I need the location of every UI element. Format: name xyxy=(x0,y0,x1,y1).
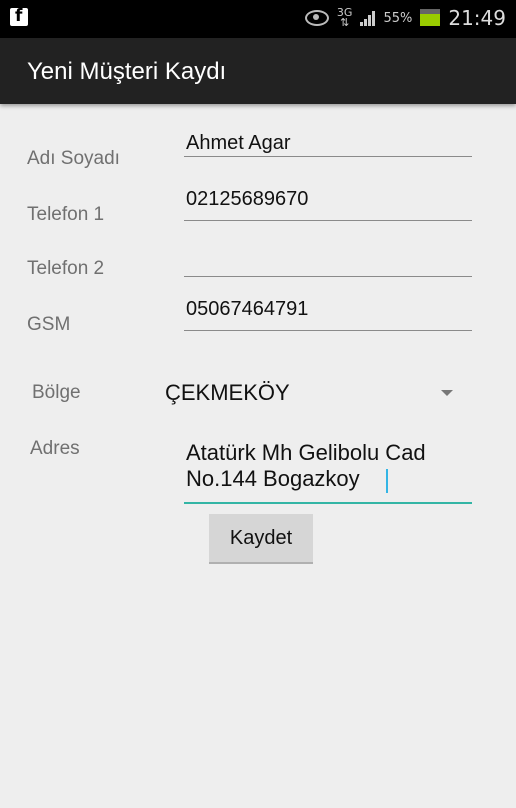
status-bar: f 3G ⇅ 55% 21:49 xyxy=(0,0,516,38)
gsm-field[interactable]: 05067464791 xyxy=(184,296,472,331)
phone2-label: Telefon 2 xyxy=(27,258,105,279)
name-field[interactable]: Ahmet Agar xyxy=(184,130,472,157)
save-button[interactable]: Kaydet xyxy=(209,514,313,564)
phone1-field[interactable]: 02125689670 xyxy=(184,186,472,221)
app-bar: Yeni Müşteri Kaydı xyxy=(0,38,516,104)
phone1-label: Telefon 1 xyxy=(27,204,105,225)
address-field[interactable]: Atatürk Mh Gelibolu Cad No.144 Bogazkoy xyxy=(184,438,472,504)
eye-icon xyxy=(304,10,329,26)
address-label: Adres xyxy=(30,438,80,459)
phone1-value: 02125689670 xyxy=(186,188,309,210)
text-cursor xyxy=(386,469,388,493)
signal-icon xyxy=(360,10,376,26)
address-value: Atatürk Mh Gelibolu Cad No.144 Bogazkoy xyxy=(186,440,426,491)
region-value: ÇEKMEKÖY xyxy=(165,380,290,405)
battery-icon xyxy=(420,9,441,26)
status-icons: 3G ⇅ 55% 21:49 xyxy=(304,6,506,30)
gsm-label: GSM xyxy=(27,314,71,335)
facebook-icon: f xyxy=(10,6,28,26)
battery-percent: 55% xyxy=(383,10,413,26)
dropdown-arrow-icon xyxy=(441,390,453,396)
page-title: Yeni Müşteri Kaydı xyxy=(27,58,227,85)
gsm-value: 05067464791 xyxy=(186,298,309,320)
region-dropdown[interactable]: ÇEKMEKÖY xyxy=(165,380,465,414)
region-label: Bölge xyxy=(32,382,81,403)
name-value: Ahmet Agar xyxy=(186,132,291,154)
clock: 21:49 xyxy=(448,6,506,30)
network-label: 3G xyxy=(336,6,353,19)
phone2-field[interactable] xyxy=(184,240,472,277)
network-indicator: 3G ⇅ xyxy=(336,6,353,29)
name-label: Adı Soyadı xyxy=(27,148,120,169)
